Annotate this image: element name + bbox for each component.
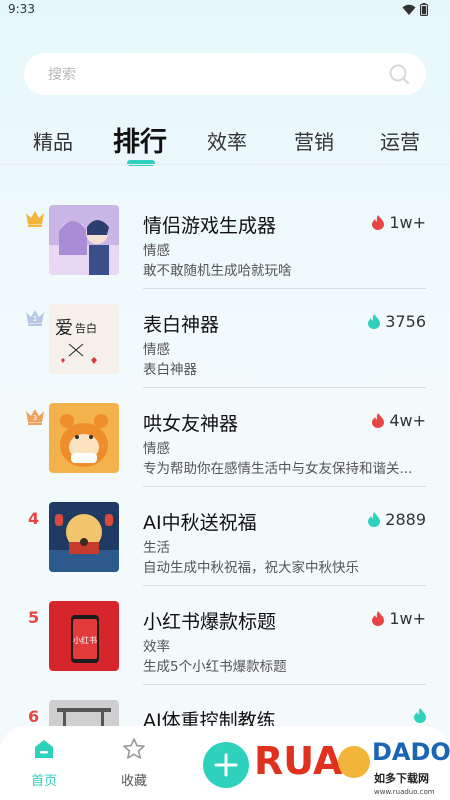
gold-crown-icon — [26, 211, 44, 227]
app-title: AI中秋送祝福 — [143, 512, 257, 534]
rank-number: 4 — [28, 509, 40, 528]
home-icon — [35, 740, 53, 758]
popularity-value: 1w+ — [389, 609, 426, 628]
app-category: 生活 — [143, 540, 170, 556]
svg-text:告白: 告白 — [75, 321, 97, 335]
category-tabs: 精品 排行 效率 营销 运营 — [0, 118, 450, 168]
popularity-value: 2889 — [385, 510, 426, 529]
app-category: 情感 — [143, 243, 170, 259]
search-placeholder: 搜索 — [48, 67, 76, 83]
popularity-stat: 1w+ — [372, 609, 426, 628]
app-category: 情感 — [143, 342, 170, 358]
add-button[interactable] — [203, 742, 249, 788]
app-thumbnail: 小红书 — [49, 601, 119, 671]
bronze-crown-icon: 3 — [26, 409, 44, 425]
search-icon[interactable] — [388, 63, 410, 85]
silver-crown-icon: 2 — [26, 310, 44, 326]
svg-text:RUA: RUA — [254, 739, 343, 783]
svg-text:3: 3 — [33, 414, 37, 422]
rank-number: 5 — [28, 608, 40, 627]
battery-icon — [420, 3, 428, 16]
nav-home-label: 首页 — [30, 774, 57, 789]
nav-favorites[interactable]: 收藏 — [104, 736, 164, 789]
svg-text:DADO: DADO — [372, 738, 450, 766]
app-thumbnail — [49, 502, 119, 572]
app-title: 表白神器 — [143, 314, 220, 336]
popularity-value: 4w+ — [389, 411, 426, 430]
list-item[interactable]: 3 哄女友神器 情感 专为帮助你在感情生活中与女友保持和谐关... 4w+ — [0, 388, 450, 487]
tab-divider — [0, 164, 450, 165]
flame-icon — [372, 413, 385, 428]
flame-icon — [372, 611, 385, 626]
app-description: 敢不敢随机生成哈就玩啥 — [143, 263, 292, 279]
app-description: 表白神器 — [143, 362, 197, 378]
popularity-value: 1w+ — [389, 213, 426, 232]
tab-jingpin[interactable]: 精品 — [33, 126, 73, 155]
list-item[interactable]: 5 小红书 小红书爆款标题 效率 生成5个小红书爆款标题 1w+ — [0, 586, 450, 685]
svg-text:www.ruaduo.com: www.ruaduo.com — [374, 788, 435, 796]
nav-favorites-label: 收藏 — [120, 774, 147, 789]
flame-icon — [368, 512, 381, 527]
status-icons — [402, 3, 428, 16]
app-category: 效率 — [143, 639, 170, 655]
flame-icon — [414, 708, 426, 723]
popularity-stat: 4w+ — [372, 411, 426, 430]
search-input[interactable]: 搜索 — [24, 53, 426, 95]
status-bar: 9:33 — [0, 0, 450, 22]
list-item[interactable]: 2 爱 告白 表白神器 情感 表白神器 3756 — [0, 289, 450, 388]
app-thumbnail — [49, 403, 119, 473]
flame-icon — [368, 314, 381, 329]
nav-home[interactable]: 首页 — [14, 736, 74, 789]
tab-yingxiao[interactable]: 营销 — [294, 126, 334, 155]
app-description: 自动生成中秋祝福，祝大家中秋快乐 — [143, 560, 359, 576]
app-description: 生成5个小红书爆款标题 — [143, 659, 287, 675]
svg-text:小红书: 小红书 — [73, 635, 97, 645]
app-description: 专为帮助你在感情生活中与女友保持和谐关... — [143, 461, 413, 477]
app-title: 情侣游戏生成器 — [143, 215, 277, 237]
popularity-value: 3756 — [385, 312, 426, 331]
active-tab-indicator — [127, 160, 155, 166]
tab-xiaolv[interactable]: 效率 — [207, 126, 247, 155]
app-title: 哄女友神器 — [143, 413, 239, 435]
star-icon — [123, 738, 145, 759]
plus-icon — [214, 753, 238, 777]
app-category: 情感 — [143, 441, 170, 457]
tab-yunying[interactable]: 运营 — [380, 126, 420, 155]
rank-number: 6 — [28, 707, 40, 726]
popularity-stat: 1w+ — [372, 213, 426, 232]
app-thumbnail — [49, 205, 119, 275]
wifi-icon — [402, 4, 416, 15]
list-item[interactable]: 4 AI中秋送祝福 生活 自动生成中秋祝福，祝大家中秋快乐 2889 — [0, 487, 450, 586]
popularity-stat: 3756 — [368, 312, 426, 331]
svg-text:爱: 爱 — [55, 318, 73, 339]
status-time: 9:33 — [8, 2, 35, 16]
app-title: 小红书爆款标题 — [143, 611, 277, 633]
watermark-logo: RUA DADO 如多下载网 www.ruaduo.com — [254, 738, 450, 796]
flame-icon — [372, 215, 385, 230]
app-thumbnail: 爱 告白 — [49, 304, 119, 374]
svg-text:如多下载网: 如多下载网 — [374, 771, 429, 785]
popularity-stat — [414, 708, 426, 723]
svg-text:2: 2 — [33, 315, 37, 323]
list-item[interactable]: 情侣游戏生成器 情感 敢不敢随机生成哈就玩啥 1w+ — [0, 190, 450, 289]
tab-paihang[interactable]: 排行 — [113, 120, 167, 159]
popularity-stat: 2889 — [368, 510, 426, 529]
